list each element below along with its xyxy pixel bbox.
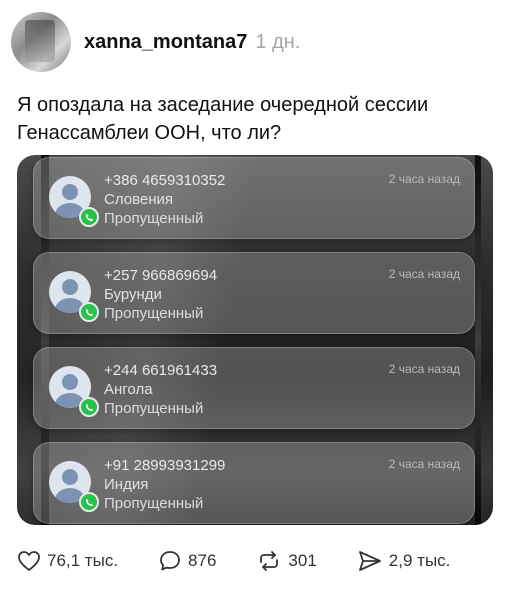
post-actions-bar: 76,1 тыс. 876 301 2,9 тыс. xyxy=(17,546,450,576)
caller-country: Бурунди xyxy=(104,286,162,303)
paper-plane-icon xyxy=(358,551,381,571)
repost-button[interactable]: 301 xyxy=(256,549,317,573)
speech-bubble-icon xyxy=(160,551,180,571)
heart-icon xyxy=(18,551,40,571)
call-status: Пропущенный xyxy=(104,305,204,322)
missed-call-card: +91 28993931299 Индия Пропущенный 2 часа… xyxy=(33,442,475,524)
post-image[interactable]: +386 4659310352 Словения Пропущенный 2 ч… xyxy=(17,155,493,525)
missed-call-card: +244 661961433 Ангола Пропущенный 2 часа… xyxy=(33,347,475,429)
like-count: 76,1 тыс. xyxy=(47,551,119,570)
phone-icon xyxy=(79,492,99,512)
caller-number: +244 661961433 xyxy=(104,362,218,379)
caller-country: Ангола xyxy=(104,381,153,398)
phone-icon xyxy=(79,207,99,227)
author-avatar[interactable] xyxy=(11,12,71,72)
caller-country: Индия xyxy=(104,476,149,493)
caller-number: +386 4659310352 xyxy=(104,172,226,189)
share-count: 2,9 тыс. xyxy=(388,551,451,570)
share-button[interactable]: 2,9 тыс. xyxy=(357,549,451,573)
call-status: Пропущенный xyxy=(104,210,204,227)
reply-count: 876 xyxy=(188,551,217,570)
phone-icon xyxy=(79,397,99,417)
image-shadow xyxy=(475,155,481,525)
call-time: 2 часа назад xyxy=(388,362,460,376)
like-button[interactable]: 76,1 тыс. xyxy=(17,550,118,572)
caller-number: +91 28993931299 xyxy=(104,457,226,474)
missed-call-card: +257 966869694 Бурунди Пропущенный 2 час… xyxy=(33,252,475,334)
caller-number: +257 966869694 xyxy=(104,267,218,284)
post-header: xanna_montana7 1 дн. xyxy=(11,12,300,72)
author-name[interactable]: xanna_montana7 xyxy=(84,31,247,54)
repost-arrows-icon xyxy=(260,551,279,571)
call-status: Пропущенный xyxy=(104,495,204,512)
post-time: 1 дн. xyxy=(255,30,301,53)
post-text: Я опоздала на заседание очередной сессии… xyxy=(17,94,429,144)
phone-icon xyxy=(79,302,99,322)
caller-country: Словения xyxy=(104,191,174,208)
reply-button[interactable]: 876 xyxy=(158,549,216,573)
missed-call-card: +386 4659310352 Словения Пропущенный 2 ч… xyxy=(33,157,475,239)
call-time: 2 часа назад xyxy=(388,267,460,281)
call-time: 2 часа назад xyxy=(388,457,460,471)
call-status: Пропущенный xyxy=(104,400,204,417)
call-time: 2 часа назад xyxy=(388,172,460,186)
repost-count: 301 xyxy=(288,551,317,570)
